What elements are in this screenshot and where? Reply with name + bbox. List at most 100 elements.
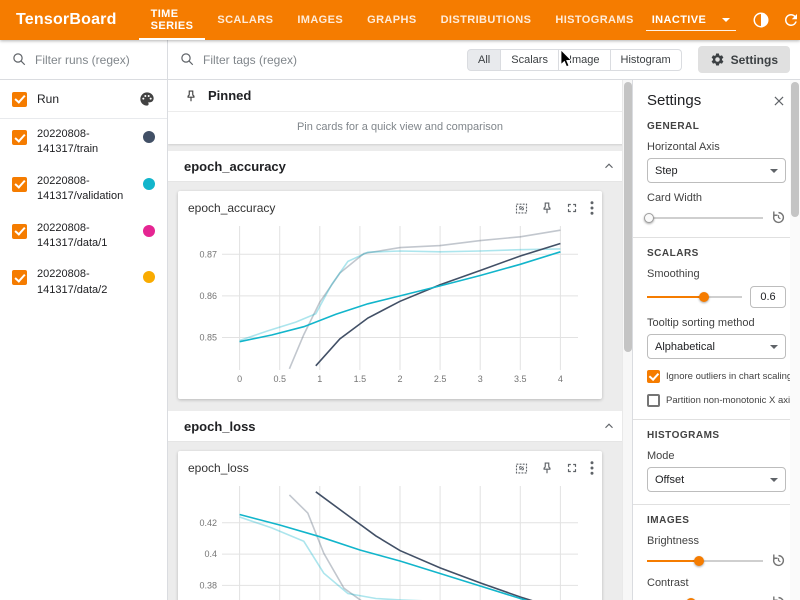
- contrast-row: [647, 595, 786, 600]
- histogram-mode-value: Offset: [655, 474, 684, 486]
- smoothing-value-input[interactable]: 0.6: [750, 286, 786, 308]
- run-checkbox[interactable]: [12, 177, 27, 192]
- card-header: epoch_accuracy: [186, 196, 594, 220]
- smoothing-row: 0.6: [647, 286, 786, 308]
- tooltip-sorting-label: Tooltip sorting method: [647, 317, 786, 329]
- close-icon[interactable]: [772, 94, 786, 108]
- horizontal-axis-value: Step: [655, 165, 678, 177]
- run-color-dot[interactable]: [143, 178, 155, 190]
- runs-header-label: Run: [37, 92, 129, 106]
- card-width-row: [647, 210, 786, 225]
- settings-button-label: Settings: [731, 53, 778, 67]
- svg-text:3: 3: [478, 374, 483, 384]
- tooltip-sorting-select[interactable]: Alphabetical: [647, 334, 786, 359]
- chevron-down-icon: [722, 18, 730, 22]
- run-row-train[interactable]: 20220808-141317/train: [0, 119, 167, 166]
- run-checkbox[interactable]: [12, 224, 27, 239]
- smoothing-slider[interactable]: [647, 291, 742, 303]
- search-icon: [180, 52, 195, 67]
- chevron-up-icon[interactable]: [602, 419, 616, 433]
- svg-text:0.86: 0.86: [199, 291, 217, 301]
- filter-histogram-button[interactable]: Histogram: [611, 49, 682, 71]
- run-checkbox[interactable]: [12, 130, 27, 145]
- svg-text:1: 1: [317, 374, 322, 384]
- run-checkbox[interactable]: [12, 270, 27, 285]
- fit-chart-icon[interactable]: [514, 461, 529, 476]
- run-row-data-1[interactable]: 20220808-141317/data/1: [0, 213, 167, 260]
- svg-text:0.5: 0.5: [273, 374, 286, 384]
- slider-thumb[interactable]: [694, 556, 704, 566]
- slider-thumb[interactable]: [699, 292, 709, 302]
- filter-image-button[interactable]: Image: [559, 49, 611, 71]
- slider-thumb[interactable]: [644, 213, 654, 223]
- brightness-slider[interactable]: [647, 555, 763, 567]
- partition-x-axis-label: Partition non-monotonic X axis: [666, 395, 795, 406]
- lower-region: Pinned Pin cards for a quick view and co…: [168, 80, 800, 600]
- settings-scrollbar[interactable]: [790, 80, 800, 600]
- pin-icon[interactable]: [540, 461, 554, 475]
- tab-images[interactable]: IMAGES: [285, 0, 355, 40]
- select-all-runs-checkbox[interactable]: [12, 92, 27, 107]
- horizontal-axis-select[interactable]: Step: [647, 158, 786, 183]
- fit-chart-icon[interactable]: [514, 201, 529, 216]
- histogram-mode-select[interactable]: Offset: [647, 467, 786, 492]
- main-scrollbar[interactable]: [622, 80, 632, 600]
- card-area: epoch_accuracy 00.511.522.533.540.850.86…: [168, 182, 632, 411]
- fullscreen-icon[interactable]: [565, 461, 579, 475]
- fullscreen-icon[interactable]: [565, 201, 579, 215]
- svg-text:0: 0: [237, 374, 242, 384]
- run-color-dot[interactable]: [143, 271, 155, 283]
- run-color-dot[interactable]: [143, 225, 155, 237]
- scrollbar-thumb[interactable]: [791, 82, 799, 217]
- ignore-outliers-row[interactable]: Ignore outliers in chart scaling: [647, 370, 786, 383]
- tab-distributions[interactable]: DISTRIBUTIONS: [429, 0, 544, 40]
- run-color-dot[interactable]: [143, 131, 155, 143]
- filter-all-button[interactable]: All: [467, 49, 501, 71]
- more-options-icon[interactable]: [590, 201, 594, 215]
- card-actions: [514, 201, 594, 216]
- card-width-label: Card Width: [647, 192, 786, 204]
- ignore-outliers-checkbox[interactable]: [647, 370, 660, 383]
- brightness-row: [647, 553, 786, 568]
- tab-scalars[interactable]: SCALARS: [205, 0, 285, 40]
- tab-time-series[interactable]: TIME SERIES: [139, 0, 206, 40]
- group-title: epoch_loss: [184, 419, 256, 434]
- section-label-general: GENERAL: [647, 121, 786, 132]
- divider: [633, 504, 800, 505]
- palette-icon[interactable]: [139, 91, 155, 107]
- contrast-slider[interactable]: [647, 597, 763, 600]
- tab-graphs[interactable]: GRAPHS: [355, 0, 428, 40]
- filter-tags-input[interactable]: [203, 53, 343, 67]
- pin-icon[interactable]: [540, 201, 554, 215]
- main-region: All Scalars Image Histogram Settings Pin…: [168, 40, 800, 600]
- epoch-accuracy-chart[interactable]: 00.511.522.533.540.850.860.87: [186, 220, 590, 388]
- group-header-epoch-loss[interactable]: epoch_loss: [168, 411, 632, 442]
- chevron-up-icon[interactable]: [602, 159, 616, 173]
- horizontal-axis-label: Horizontal Axis: [647, 141, 786, 153]
- theme-toggle-button[interactable]: [748, 7, 774, 33]
- svg-text:0.85: 0.85: [199, 333, 217, 343]
- reset-icon[interactable]: [771, 210, 786, 225]
- filter-runs-input[interactable]: [35, 53, 150, 67]
- card-width-slider[interactable]: [647, 212, 763, 224]
- svg-text:4: 4: [558, 374, 563, 384]
- settings-panel-title: Settings: [647, 92, 701, 109]
- tab-histograms[interactable]: HISTOGRAMS: [543, 0, 645, 40]
- run-row-data-2[interactable]: 20220808-141317/data/2: [0, 259, 167, 306]
- divider: [633, 237, 800, 238]
- epoch-loss-chart[interactable]: 00.511.522.533.540.360.380.40.42: [186, 480, 590, 600]
- refresh-button[interactable]: [778, 7, 800, 33]
- status-dropdown[interactable]: INACTIVE: [646, 9, 737, 31]
- more-options-icon[interactable]: [590, 461, 594, 475]
- reset-icon[interactable]: [771, 595, 786, 600]
- reset-icon[interactable]: [771, 553, 786, 568]
- run-row-validation[interactable]: 20220808-141317/validation: [0, 166, 167, 213]
- scalar-card-epoch-loss: epoch_loss 00.511.522.533.540.360.380.40…: [178, 451, 602, 600]
- partition-x-axis-checkbox[interactable]: [647, 394, 660, 407]
- settings-button[interactable]: Settings: [698, 46, 790, 73]
- group-header-epoch-accuracy[interactable]: epoch_accuracy: [168, 151, 632, 182]
- tooltip-sorting-value: Alphabetical: [655, 341, 715, 353]
- filter-scalars-button[interactable]: Scalars: [501, 49, 559, 71]
- partition-x-axis-row[interactable]: Partition non-monotonic X axis: [647, 394, 786, 407]
- scrollbar-thumb[interactable]: [624, 82, 632, 352]
